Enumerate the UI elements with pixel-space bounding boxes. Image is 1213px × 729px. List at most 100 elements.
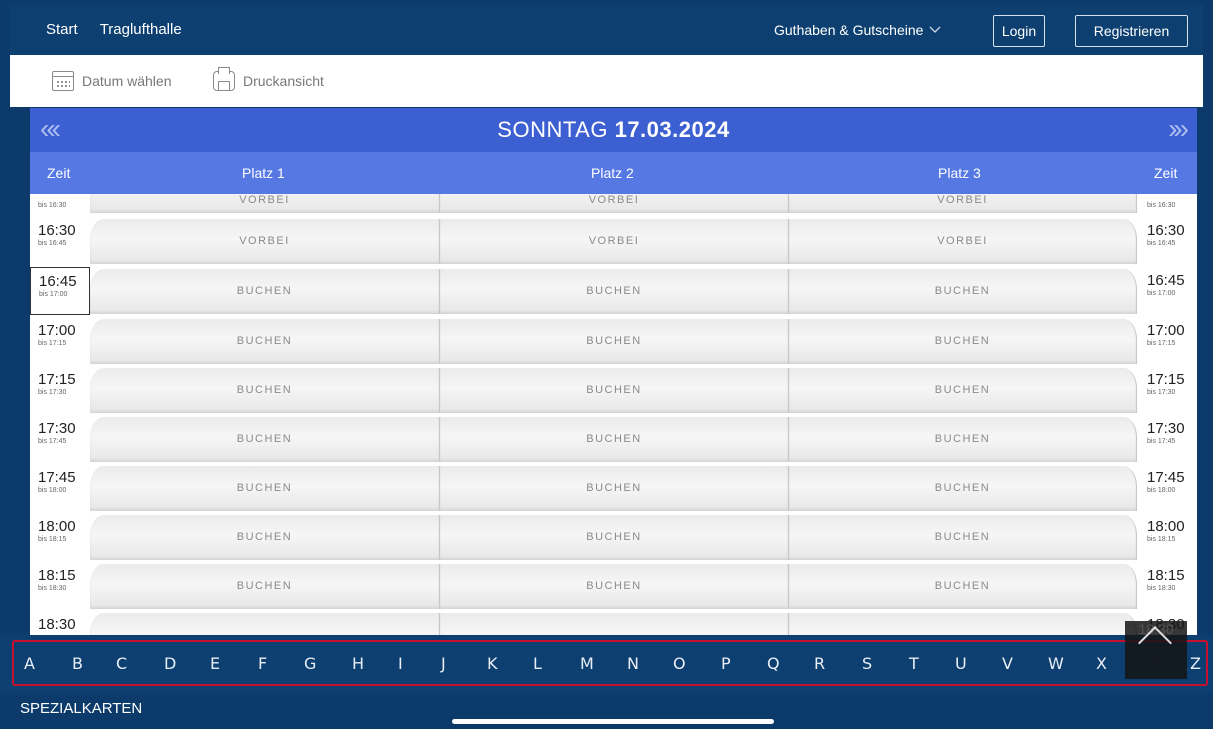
nav-start-link[interactable]: Start bbox=[46, 21, 78, 38]
slot-end-time: bis 17:15 bbox=[38, 340, 67, 347]
letter-l[interactable]: L bbox=[533, 654, 542, 673]
letter-i[interactable]: I bbox=[398, 654, 403, 673]
letter-m[interactable]: M bbox=[580, 654, 594, 673]
court-2-slot bbox=[440, 613, 789, 635]
court-1-slot[interactable]: BUCHEN bbox=[90, 269, 440, 314]
slot-start-time: 17:15 bbox=[38, 371, 76, 388]
court-2-slot[interactable]: BUCHEN bbox=[440, 417, 789, 462]
court-3-slot[interactable]: BUCHEN bbox=[789, 564, 1137, 609]
letter-j[interactable]: J bbox=[441, 654, 446, 673]
court-3-slot[interactable]: BUCHEN bbox=[789, 417, 1137, 462]
letter-n[interactable]: N bbox=[627, 654, 639, 673]
letter-f[interactable]: F bbox=[258, 654, 267, 673]
letter-o[interactable]: O bbox=[673, 654, 686, 673]
date-picker-button[interactable]: Datum wählen bbox=[52, 71, 172, 91]
letter-v[interactable]: V bbox=[1002, 654, 1013, 673]
slot-end-time: bis 18:00 bbox=[38, 487, 67, 494]
court-2-slot[interactable]: BUCHEN bbox=[440, 269, 789, 314]
letter-r[interactable]: R bbox=[814, 654, 825, 673]
court-1-slot[interactable]: BUCHEN bbox=[90, 417, 440, 462]
letter-k[interactable]: K bbox=[487, 654, 498, 673]
slot-end-time: bis 18:15 bbox=[38, 536, 67, 543]
nav-venue-link[interactable]: Traglufthalle bbox=[100, 21, 182, 38]
court-1-slot: VORBEI bbox=[90, 219, 440, 264]
slot-end-time: bis 16:30 bbox=[38, 202, 67, 209]
time-slot-row: 16:45 bis 17:00 16:45 bis 17:00 BUCHEN BUCHEN… bbox=[30, 267, 1197, 315]
print-view-button[interactable]: Druckansicht bbox=[213, 67, 324, 91]
time-slot-row: 17:45 bis 18:00 17:45 bis 18:00 BUCHEN BUCHEN… bbox=[30, 464, 1197, 512]
time-cell-left: 18:00 bis 18:15 bbox=[30, 513, 90, 561]
calendar-icon bbox=[52, 71, 74, 91]
court-3-slot[interactable]: BUCHEN bbox=[789, 269, 1137, 314]
header-time-right: Zeit bbox=[1154, 165, 1178, 181]
time-cell-right: 18:00 bis 18:15 bbox=[1137, 513, 1197, 561]
letter-x[interactable]: X bbox=[1096, 654, 1107, 673]
slot-end-time: bis 17:00 bbox=[39, 291, 68, 298]
letter-d[interactable]: D bbox=[164, 654, 176, 673]
time-cell-left: bis 16:30 bbox=[30, 194, 90, 214]
court-1-slot[interactable]: BUCHEN bbox=[90, 466, 440, 511]
time-cell-left: 18:30 bbox=[30, 611, 90, 635]
letter-u[interactable]: U bbox=[955, 654, 967, 673]
time-slot-row: 17:00 bis 17:15 17:00 bis 17:15 BUCHEN BUCHEN… bbox=[30, 317, 1197, 365]
court-1-slot[interactable]: BUCHEN bbox=[90, 515, 440, 560]
slot-end-time: bis 17:30 bbox=[38, 389, 67, 396]
court-1-slot[interactable]: BUCHEN bbox=[90, 564, 440, 609]
weekday-label: SONNTAG bbox=[497, 117, 608, 142]
time-slot-row: 16:30 bis 16:45 16:30 bis 16:45 VORBEI VORBEI… bbox=[30, 217, 1197, 265]
slot-start-time: 17:15 bbox=[1147, 371, 1185, 388]
court-3-slot[interactable]: BUCHEN bbox=[789, 515, 1137, 560]
spezialkarten-link[interactable]: SPEZIALKARTEN bbox=[20, 700, 142, 717]
next-day-arrows-icon[interactable]: ›» bbox=[1168, 113, 1189, 145]
slot-end-time: bis 16:45 bbox=[1147, 240, 1176, 247]
scroll-top-button[interactable]: 18:30 bbox=[1125, 621, 1187, 679]
letter-t[interactable]: T bbox=[909, 654, 919, 673]
letter-z[interactable]: Z bbox=[1190, 654, 1201, 673]
letter-q[interactable]: Q bbox=[767, 654, 780, 673]
current-date: SONNTAG 17.03.2024 bbox=[30, 117, 1197, 143]
court-3-slot[interactable]: BUCHEN bbox=[789, 319, 1137, 364]
court-2-slot[interactable]: BUCHEN bbox=[440, 319, 789, 364]
court-2-slot[interactable]: BUCHEN bbox=[440, 515, 789, 560]
schedule-grid: bis 16:30 bis 16:30 VORBEI VORBEI VORBEI 16:3… bbox=[30, 194, 1197, 635]
court-3-slot[interactable]: BUCHEN bbox=[789, 466, 1137, 511]
court-2-slot[interactable]: BUCHEN bbox=[440, 466, 789, 511]
time-cell-left: 17:00 bis 17:15 bbox=[30, 317, 90, 365]
guthaben-dropdown[interactable]: Guthaben & Gutscheine bbox=[774, 22, 941, 38]
time-slot-row: 18:15 bis 18:30 18:15 bis 18:30 BUCHEN BUCHEN… bbox=[30, 562, 1197, 610]
court-2-slot[interactable]: BUCHEN bbox=[440, 564, 789, 609]
letter-c[interactable]: C bbox=[116, 654, 127, 673]
slot-start-time: 17:45 bbox=[1147, 469, 1185, 486]
letter-p[interactable]: P bbox=[721, 654, 731, 673]
court-3-slot[interactable]: BUCHEN bbox=[789, 368, 1137, 413]
register-button[interactable]: Registrieren bbox=[1075, 15, 1188, 47]
court-1-slot[interactable]: BUCHEN bbox=[90, 368, 440, 413]
time-cell-right: 17:15 bis 17:30 bbox=[1137, 366, 1197, 414]
court-1-slot[interactable]: BUCHEN bbox=[90, 319, 440, 364]
court-2-slot: VORBEI bbox=[440, 219, 789, 264]
slot-start-time: 18:15 bbox=[1147, 567, 1185, 584]
letter-b[interactable]: B bbox=[72, 654, 83, 673]
court-3-slot bbox=[789, 613, 1137, 635]
slot-start-time: 18:00 bbox=[1147, 518, 1185, 535]
print-view-label: Druckansicht bbox=[243, 73, 324, 89]
nav-left: Start Traglufthalle bbox=[46, 21, 182, 38]
guthaben-label: Guthaben & Gutscheine bbox=[774, 22, 924, 38]
letter-s[interactable]: S bbox=[862, 654, 872, 673]
date-picker-label: Datum wählen bbox=[82, 73, 172, 89]
time-cell-right: bis 16:30 bbox=[1137, 194, 1197, 214]
login-button[interactable]: Login bbox=[993, 15, 1045, 47]
slot-end-time: bis 17:30 bbox=[1147, 389, 1176, 396]
letter-e[interactable]: E bbox=[210, 654, 220, 673]
header-time-left: Zeit bbox=[47, 165, 71, 181]
time-cell-left: 16:30 bis 16:45 bbox=[30, 217, 90, 265]
letter-a[interactable]: A bbox=[24, 654, 35, 673]
letter-g[interactable]: G bbox=[304, 654, 316, 673]
printer-icon bbox=[213, 67, 235, 91]
letter-h[interactable]: H bbox=[352, 654, 364, 673]
schedule-header: Zeit Platz 1 Platz 2 Platz 3 Zeit bbox=[30, 152, 1197, 194]
time-cell-right: 17:00 bis 17:15 bbox=[1137, 317, 1197, 365]
letter-w[interactable]: W bbox=[1048, 654, 1064, 673]
court-2-slot[interactable]: BUCHEN bbox=[440, 368, 789, 413]
time-cell-right: 16:30 bis 16:45 bbox=[1137, 217, 1197, 265]
